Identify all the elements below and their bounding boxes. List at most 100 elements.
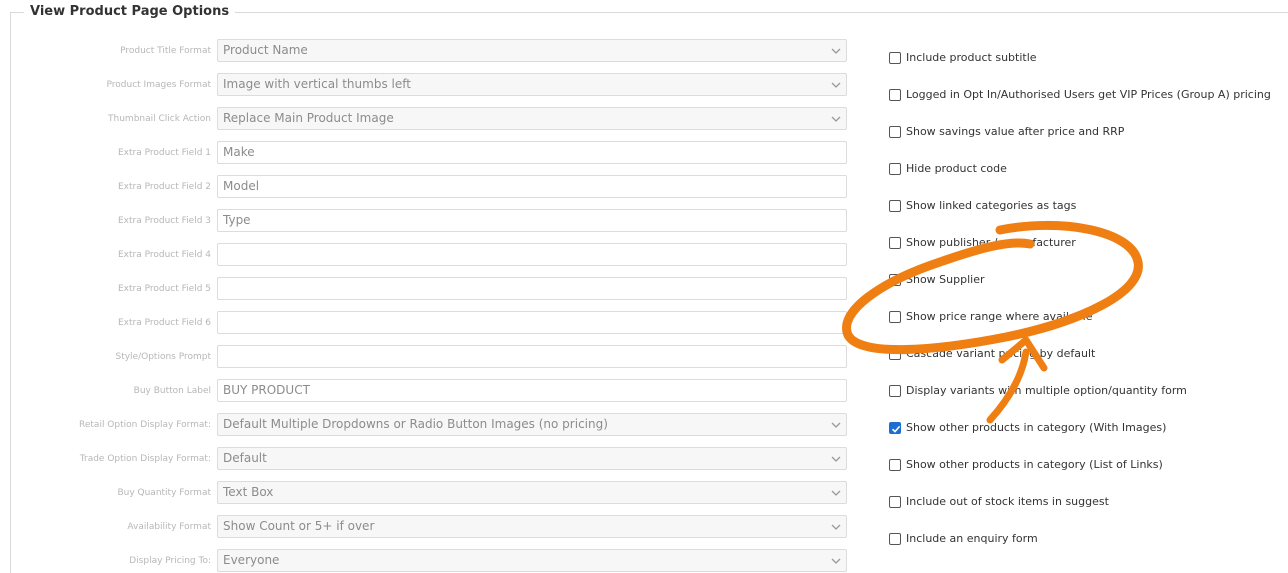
text-field[interactable]: Model [217,175,847,198]
select-field[interactable]: Text Box [217,481,847,504]
field-label: Style/Options Prompt [115,352,211,362]
checkbox-label: Show Supplier [906,273,985,286]
select-field[interactable]: Default [217,447,847,470]
form-row: Buy Quantity Format Text Box [0,481,860,505]
chevron-down-icon [831,116,841,122]
select-field[interactable]: Image with vertical thumbs left [217,73,847,96]
checkmark-icon [891,425,901,433]
field-label: Display Pricing To: [129,556,211,566]
checkbox[interactable] [889,385,901,397]
text-field[interactable] [217,243,847,266]
form-row: Extra Product Field 3 Type [0,209,860,233]
checkbox-option[interactable]: Logged in Opt In/Authorised Users get VI… [889,88,1271,106]
chevron-down-icon [831,82,841,88]
checkbox-label: Show linked categories as tags [906,199,1077,212]
field-value: Replace Main Product Image [223,111,394,125]
text-field[interactable]: Type [217,209,847,232]
field-value: Show Count or 5+ if over [223,519,375,533]
checkbox[interactable] [889,533,901,545]
field-value: Product Name [223,43,308,57]
checkbox-option[interactable]: Cascade variant pricing by default [889,347,1269,365]
checkbox-option[interactable]: Include product subtitle [889,51,1269,69]
checkbox-option[interactable]: Include out of stock items in suggest [889,495,1269,513]
checkbox-option[interactable]: Show linked categories as tags [889,199,1269,217]
chevron-down-icon [831,48,841,54]
checkbox-label: Show price range where available [906,310,1093,323]
form-row: Retail Option Display Format: Default Mul… [0,413,860,437]
checkbox-option[interactable]: Show other products in category (List of… [889,458,1269,476]
form-row: Thumbnail Click Action Replace Main Produ… [0,107,860,131]
checkbox-label: Show other products in category (With Im… [906,421,1167,434]
chevron-down-icon [831,422,841,428]
select-field[interactable]: Replace Main Product Image [217,107,847,130]
chevron-down-icon [831,558,841,564]
form-row: Buy Button Label BUY PRODUCT [0,379,860,403]
checkbox[interactable] [889,422,901,434]
checkbox-label: Include product subtitle [906,51,1037,64]
form-row: Product Images Format Image with vertical… [0,73,860,97]
field-value: Image with vertical thumbs left [223,77,411,91]
checkbox[interactable] [889,126,901,138]
checkbox-label: Include out of stock items in suggest [906,495,1109,508]
checkbox-option[interactable]: Show other products in category (With Im… [889,421,1269,439]
checkbox-option[interactable]: Show price range where available [889,310,1269,328]
checkbox-option[interactable]: Show publisher / manufacturer [889,236,1269,254]
field-label: Availability Format [127,522,211,532]
chevron-down-icon [831,490,841,496]
field-label: Product Title Format [120,46,211,56]
chevron-down-icon [831,524,841,530]
checkbox[interactable] [889,200,901,212]
field-label: Thumbnail Click Action [108,114,211,124]
form-row: Extra Product Field 5 [0,277,860,301]
checkbox-label: Show savings value after price and RRP [906,125,1125,138]
field-label: Extra Product Field 4 [117,250,211,260]
text-field[interactable] [217,311,847,334]
checkbox[interactable] [889,311,901,323]
checkbox[interactable] [889,163,901,175]
checkbox[interactable] [889,237,901,249]
field-value: Everyone [223,553,280,567]
checkbox-option[interactable]: Include an enquiry form [889,532,1269,550]
field-label: Extra Product Field 3 [117,216,211,226]
field-label: Buy Quantity Format [117,488,211,498]
checkbox-option[interactable]: Show Supplier [889,273,1269,291]
field-value: Default [223,451,267,465]
text-field[interactable] [217,345,847,368]
checkbox[interactable] [889,52,901,64]
select-field[interactable]: Everyone [217,549,847,572]
checkbox-label: Show other products in category (List of… [906,458,1163,471]
checkbox-label: Display variants with multiple option/qu… [906,384,1187,397]
text-field[interactable]: Make [217,141,847,164]
field-value: BUY PRODUCT [223,383,310,397]
select-field[interactable]: Show Count or 5+ if over [217,515,847,538]
checkbox[interactable] [889,459,901,471]
checkbox[interactable] [889,348,901,360]
checkbox-label: Include an enquiry form [906,532,1038,545]
text-field[interactable] [217,277,847,300]
checkbox[interactable] [889,89,901,101]
chevron-down-icon [831,456,841,462]
form-row: Extra Product Field 2 Model [0,175,860,199]
field-label: Retail Option Display Format: [79,420,211,430]
checkbox-option[interactable]: Show savings value after price and RRP [889,125,1269,143]
checkbox[interactable] [889,274,901,286]
field-value: Default Multiple Dropdowns or Radio Butt… [223,417,608,431]
field-label: Trade Option Display Format: [79,454,211,464]
form-row: Availability Format Show Count or 5+ if o… [0,515,860,539]
field-label: Product Images Format [106,80,211,90]
section-title: View Product Page Options [24,4,236,19]
form-row: Extra Product Field 1 Make [0,141,860,165]
form-row: Trade Option Display Format: Default [0,447,860,471]
form-row: Product Title Format Product Name [0,39,860,63]
field-label: Buy Button Label [133,386,211,396]
text-field[interactable]: BUY PRODUCT [217,379,847,402]
checkbox[interactable] [889,496,901,508]
checkbox-label: Cascade variant pricing by default [906,347,1096,360]
checkbox-label: Show publisher / manufacturer [906,236,1076,249]
field-value: Make [223,145,255,159]
checkbox-option[interactable]: Display variants with multiple option/qu… [889,384,1269,402]
select-field[interactable]: Default Multiple Dropdowns or Radio Butt… [217,413,847,436]
checkbox-option[interactable]: Hide product code [889,162,1269,180]
field-label: Extra Product Field 6 [117,318,211,328]
select-field[interactable]: Product Name [217,39,847,62]
